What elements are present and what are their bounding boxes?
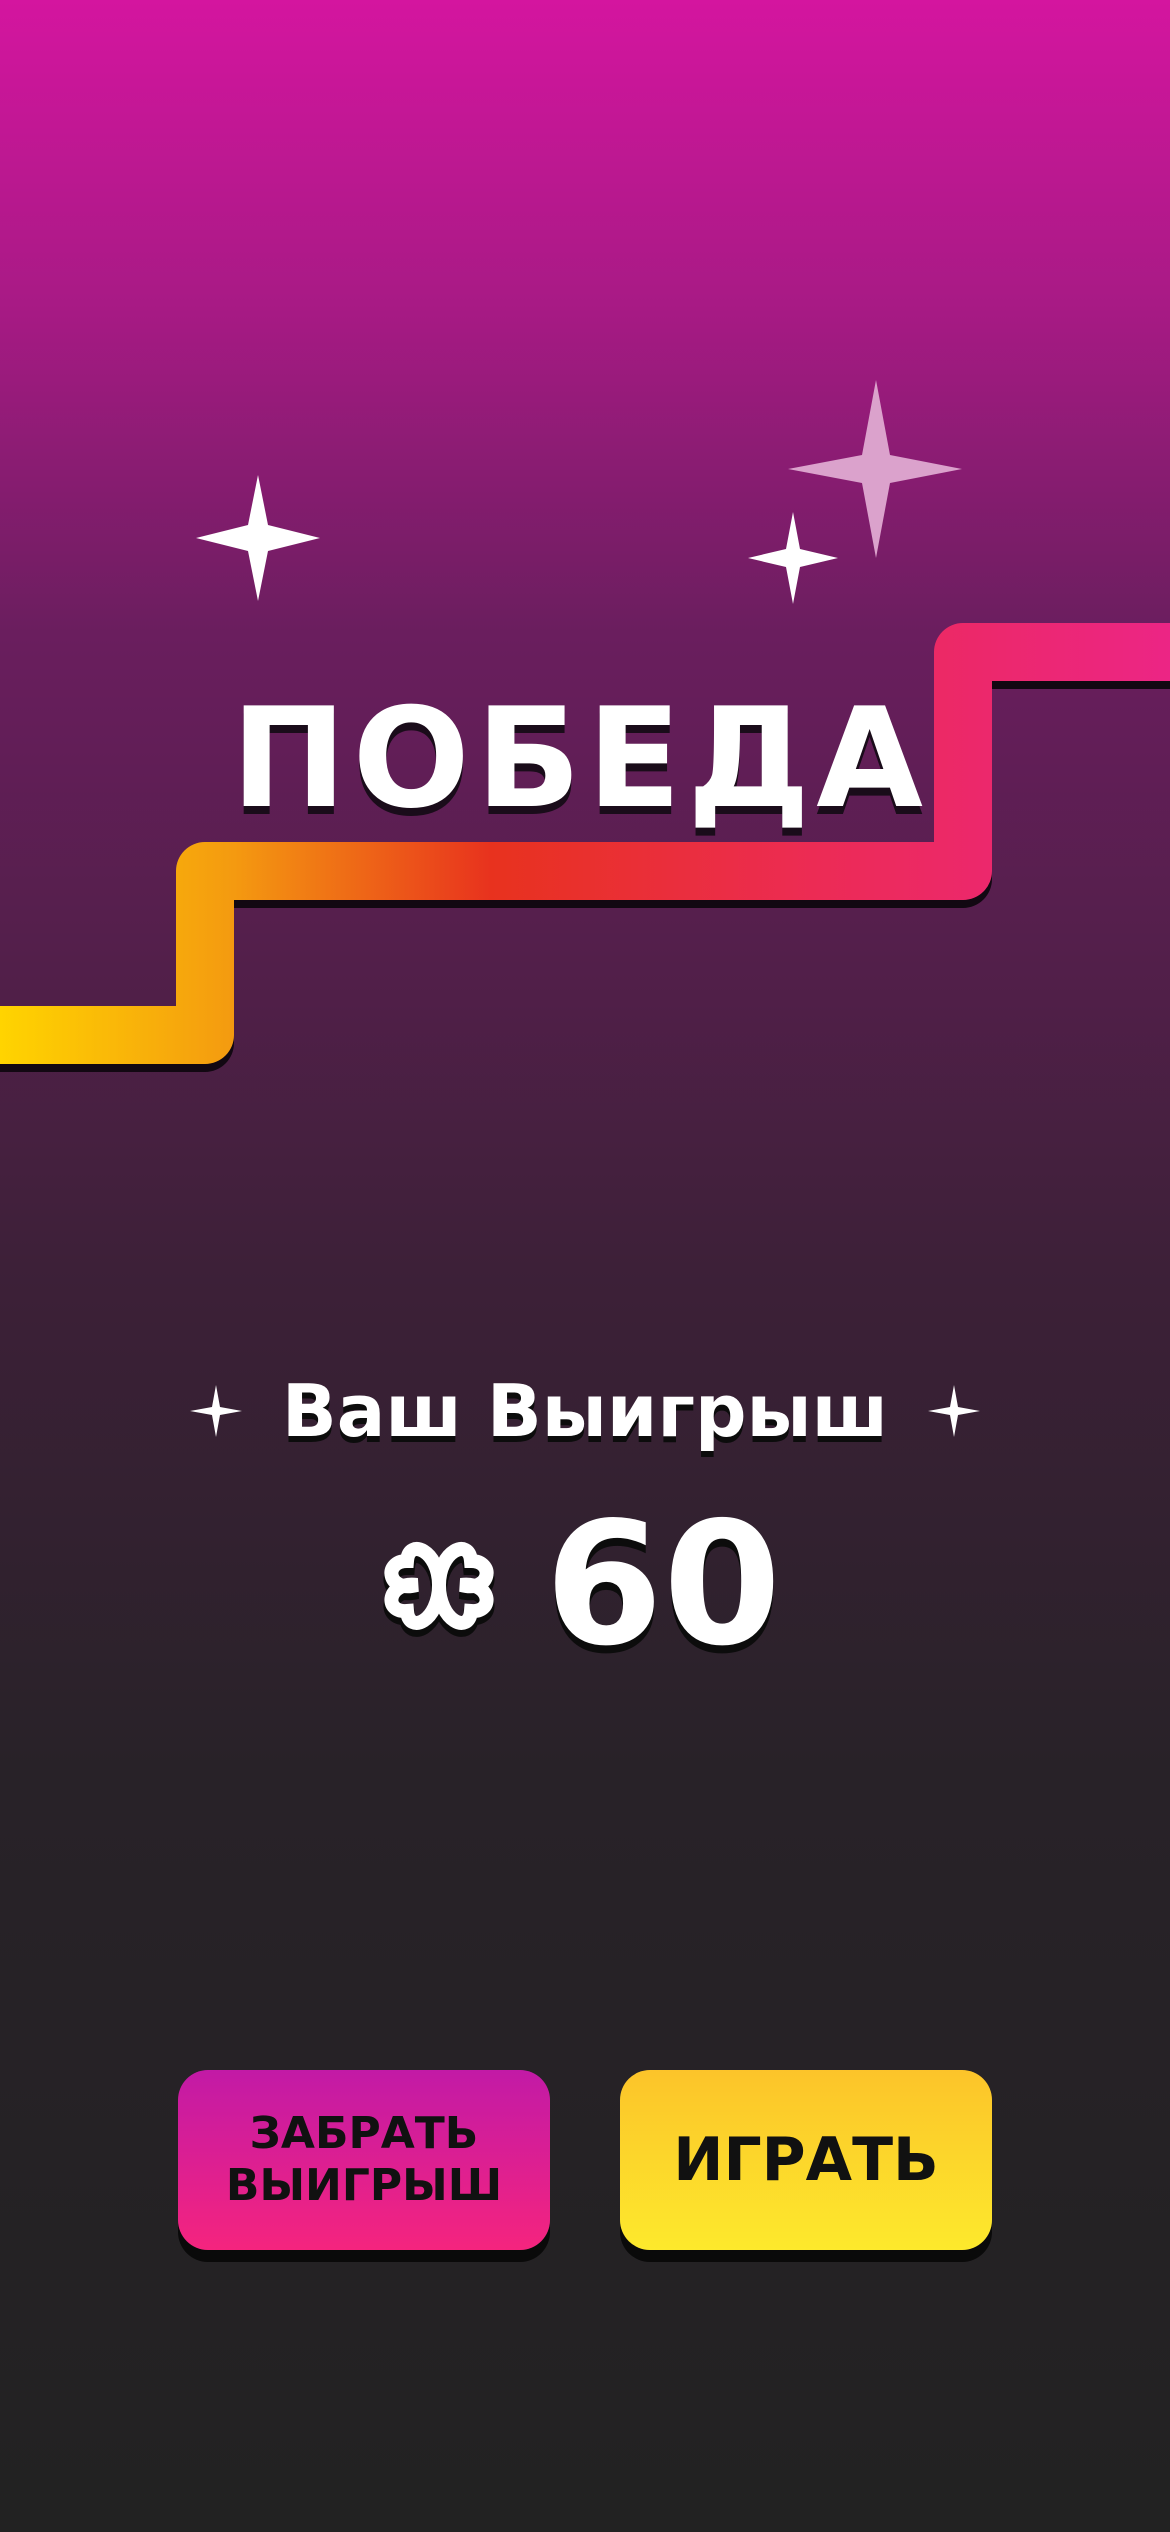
winnings-label-row: Ваш Выигрыш <box>0 1375 1170 1447</box>
victory-screen: ПОБЕДА Ваш Выигрыш 60 ЗАБРАТЬ ВЫИГРЫШ ИГ… <box>0 0 1170 2532</box>
clover-coin-icon <box>383 1542 495 1637</box>
sparkle-icon <box>928 1385 981 1437</box>
winnings-amount: 60 <box>544 1486 782 1684</box>
victory-title: ПОБЕДА <box>231 678 929 839</box>
decorations <box>0 380 1170 1072</box>
sparkle-icon <box>189 1385 242 1437</box>
sparkle-icon <box>196 475 320 601</box>
title-container: ПОБЕДА <box>0 690 1170 828</box>
sparkle-icon <box>788 380 962 558</box>
sparkle-icon <box>748 512 838 604</box>
collect-winnings-button[interactable]: ЗАБРАТЬ ВЫИГРЫШ <box>178 2070 550 2250</box>
play-button[interactable]: ИГРАТЬ <box>620 2070 992 2250</box>
winnings-label: Ваш Выигрыш <box>281 1369 889 1453</box>
winnings-amount-row: 60 <box>0 1500 1170 1670</box>
